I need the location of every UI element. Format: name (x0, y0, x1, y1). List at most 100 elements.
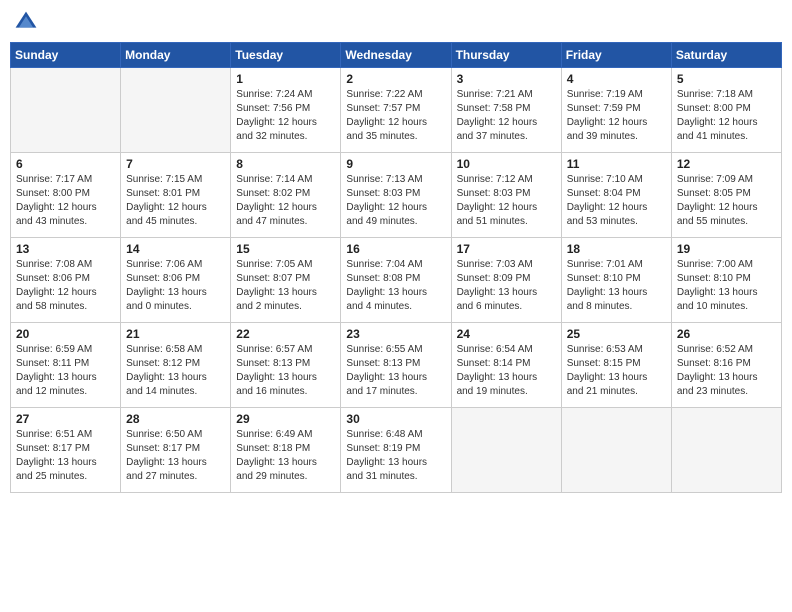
calendar-dow-sunday: Sunday (11, 43, 121, 68)
day-number: 9 (346, 157, 445, 171)
day-info: Sunrise: 7:13 AM Sunset: 8:03 PM Dayligh… (346, 173, 445, 229)
day-number: 1 (236, 72, 335, 86)
calendar-header-row: SundayMondayTuesdayWednesdayThursdayFrid… (11, 43, 782, 68)
day-number: 4 (567, 72, 666, 86)
calendar-cell: 16Sunrise: 7:04 AM Sunset: 8:08 PM Dayli… (341, 238, 451, 323)
day-number: 24 (457, 327, 556, 341)
day-info: Sunrise: 7:19 AM Sunset: 7:59 PM Dayligh… (567, 88, 666, 144)
calendar-cell: 12 Sunrise: 7:09 AM Sunset: 8:05 PM Dayli… (671, 153, 781, 238)
day-info: Sunrise: 7:08 AM Sunset: 8:06 PM Dayligh… (16, 258, 115, 314)
day-info: Sunrise: 6:48 AM Sunset: 8:19 PM Dayligh… (346, 428, 445, 484)
calendar-cell: 26 Sunrise: 6:52 AM Sunset: 8:16 PM Dayli… (671, 323, 781, 408)
calendar-cell: 30 Sunrise: 6:48 AM Sunset: 8:19 PM Dayli… (341, 408, 451, 493)
day-number: 12 (677, 157, 776, 171)
calendar-cell: 8 Sunrise: 7:14 AM Sunset: 8:02 PM Daylig… (231, 153, 341, 238)
day-info: Sunrise: 7:06 AM Sunset: 8:06 PM Dayligh… (126, 258, 225, 314)
calendar-dow-wednesday: Wednesday (341, 43, 451, 68)
calendar-week-3: 13Sunrise: 7:08 AM Sunset: 8:06 PM Dayli… (11, 238, 782, 323)
calendar-dow-thursday: Thursday (451, 43, 561, 68)
day-number: 28 (126, 412, 225, 426)
calendar-cell: 2 Sunrise: 7:22 AM Sunset: 7:57 PM Daylig… (341, 68, 451, 153)
calendar-cell: 13Sunrise: 7:08 AM Sunset: 8:06 PM Dayli… (11, 238, 121, 323)
calendar-cell: 27 Sunrise: 6:51 AM Sunset: 8:17 PM Dayli… (11, 408, 121, 493)
calendar-cell: 15 Sunrise: 7:05 AM Sunset: 8:07 PM Dayli… (231, 238, 341, 323)
day-number: 2 (346, 72, 445, 86)
calendar-cell: 10 Sunrise: 7:12 AM Sunset: 8:03 PM Dayli… (451, 153, 561, 238)
day-number: 17 (457, 242, 556, 256)
calendar-cell: 25 Sunrise: 6:53 AM Sunset: 8:15 PM Dayli… (561, 323, 671, 408)
day-number: 27 (16, 412, 115, 426)
day-number: 30 (346, 412, 445, 426)
day-number: 26 (677, 327, 776, 341)
logo-icon (14, 10, 38, 34)
calendar-cell: 4 Sunrise: 7:19 AM Sunset: 7:59 PM Daylig… (561, 68, 671, 153)
calendar-cell (11, 68, 121, 153)
day-number: 21 (126, 327, 225, 341)
day-number: 7 (126, 157, 225, 171)
day-number: 14 (126, 242, 225, 256)
calendar-cell (561, 408, 671, 493)
day-number: 23 (346, 327, 445, 341)
day-number: 29 (236, 412, 335, 426)
calendar-cell (121, 68, 231, 153)
calendar-cell: 1 Sunrise: 7:24 AM Sunset: 7:56 PM Daylig… (231, 68, 341, 153)
calendar-cell: 19Sunrise: 7:00 AM Sunset: 8:10 PM Dayli… (671, 238, 781, 323)
calendar-week-5: 27 Sunrise: 6:51 AM Sunset: 8:17 PM Dayli… (11, 408, 782, 493)
calendar-dow-saturday: Saturday (671, 43, 781, 68)
calendar-cell (671, 408, 781, 493)
day-number: 11 (567, 157, 666, 171)
calendar-dow-tuesday: Tuesday (231, 43, 341, 68)
day-info: Sunrise: 7:21 AM Sunset: 7:58 PM Dayligh… (457, 88, 556, 144)
day-info: Sunrise: 6:53 AM Sunset: 8:15 PM Dayligh… (567, 343, 666, 399)
calendar-week-2: 6Sunrise: 7:17 AM Sunset: 8:00 PM Daylig… (11, 153, 782, 238)
calendar-dow-friday: Friday (561, 43, 671, 68)
calendar-cell (451, 408, 561, 493)
day-info: Sunrise: 7:12 AM Sunset: 8:03 PM Dayligh… (457, 173, 556, 229)
calendar-cell: 18 Sunrise: 7:01 AM Sunset: 8:10 PM Dayli… (561, 238, 671, 323)
day-number: 25 (567, 327, 666, 341)
calendar-week-4: 20Sunrise: 6:59 AM Sunset: 8:11 PM Dayli… (11, 323, 782, 408)
calendar-cell: 7Sunrise: 7:15 AM Sunset: 8:01 PM Daylig… (121, 153, 231, 238)
day-info: Sunrise: 7:24 AM Sunset: 7:56 PM Dayligh… (236, 88, 335, 144)
day-info: Sunrise: 6:54 AM Sunset: 8:14 PM Dayligh… (457, 343, 556, 399)
day-number: 20 (16, 327, 115, 341)
calendar-cell: 9 Sunrise: 7:13 AM Sunset: 8:03 PM Daylig… (341, 153, 451, 238)
day-info: Sunrise: 6:50 AM Sunset: 8:17 PM Dayligh… (126, 428, 225, 484)
day-number: 6 (16, 157, 115, 171)
day-info: Sunrise: 6:51 AM Sunset: 8:17 PM Dayligh… (16, 428, 115, 484)
day-info: Sunrise: 7:10 AM Sunset: 8:04 PM Dayligh… (567, 173, 666, 229)
calendar-cell: 29Sunrise: 6:49 AM Sunset: 8:18 PM Dayli… (231, 408, 341, 493)
day-number: 8 (236, 157, 335, 171)
calendar-cell: 6Sunrise: 7:17 AM Sunset: 8:00 PM Daylig… (11, 153, 121, 238)
day-info: Sunrise: 7:05 AM Sunset: 8:07 PM Dayligh… (236, 258, 335, 314)
day-number: 19 (677, 242, 776, 256)
calendar-cell: 23 Sunrise: 6:55 AM Sunset: 8:13 PM Dayli… (341, 323, 451, 408)
day-number: 22 (236, 327, 335, 341)
calendar-cell: 5Sunrise: 7:18 AM Sunset: 8:00 PM Daylig… (671, 68, 781, 153)
calendar-cell: 11 Sunrise: 7:10 AM Sunset: 8:04 PM Dayli… (561, 153, 671, 238)
calendar-table: SundayMondayTuesdayWednesdayThursdayFrid… (10, 42, 782, 493)
day-info: Sunrise: 7:22 AM Sunset: 7:57 PM Dayligh… (346, 88, 445, 144)
calendar-cell: 17Sunrise: 7:03 AM Sunset: 8:09 PM Dayli… (451, 238, 561, 323)
calendar-cell: 24 Sunrise: 6:54 AM Sunset: 8:14 PM Dayli… (451, 323, 561, 408)
calendar-cell: 20Sunrise: 6:59 AM Sunset: 8:11 PM Dayli… (11, 323, 121, 408)
calendar-cell: 14 Sunrise: 7:06 AM Sunset: 8:06 PM Dayli… (121, 238, 231, 323)
day-number: 16 (346, 242, 445, 256)
day-info: Sunrise: 7:09 AM Sunset: 8:05 PM Dayligh… (677, 173, 776, 229)
calendar-dow-monday: Monday (121, 43, 231, 68)
day-info: Sunrise: 6:52 AM Sunset: 8:16 PM Dayligh… (677, 343, 776, 399)
day-number: 3 (457, 72, 556, 86)
day-info: Sunrise: 7:14 AM Sunset: 8:02 PM Dayligh… (236, 173, 335, 229)
calendar-cell: 28 Sunrise: 6:50 AM Sunset: 8:17 PM Dayli… (121, 408, 231, 493)
calendar-week-1: 1 Sunrise: 7:24 AM Sunset: 7:56 PM Daylig… (11, 68, 782, 153)
day-info: Sunrise: 7:18 AM Sunset: 8:00 PM Dayligh… (677, 88, 776, 144)
day-info: Sunrise: 7:01 AM Sunset: 8:10 PM Dayligh… (567, 258, 666, 314)
day-number: 10 (457, 157, 556, 171)
day-info: Sunrise: 6:57 AM Sunset: 8:13 PM Dayligh… (236, 343, 335, 399)
day-number: 15 (236, 242, 335, 256)
day-info: Sunrise: 6:55 AM Sunset: 8:13 PM Dayligh… (346, 343, 445, 399)
calendar-cell: 3 Sunrise: 7:21 AM Sunset: 7:58 PM Daylig… (451, 68, 561, 153)
day-number: 18 (567, 242, 666, 256)
calendar-cell: 21 Sunrise: 6:58 AM Sunset: 8:12 PM Dayli… (121, 323, 231, 408)
day-info: Sunrise: 6:58 AM Sunset: 8:12 PM Dayligh… (126, 343, 225, 399)
